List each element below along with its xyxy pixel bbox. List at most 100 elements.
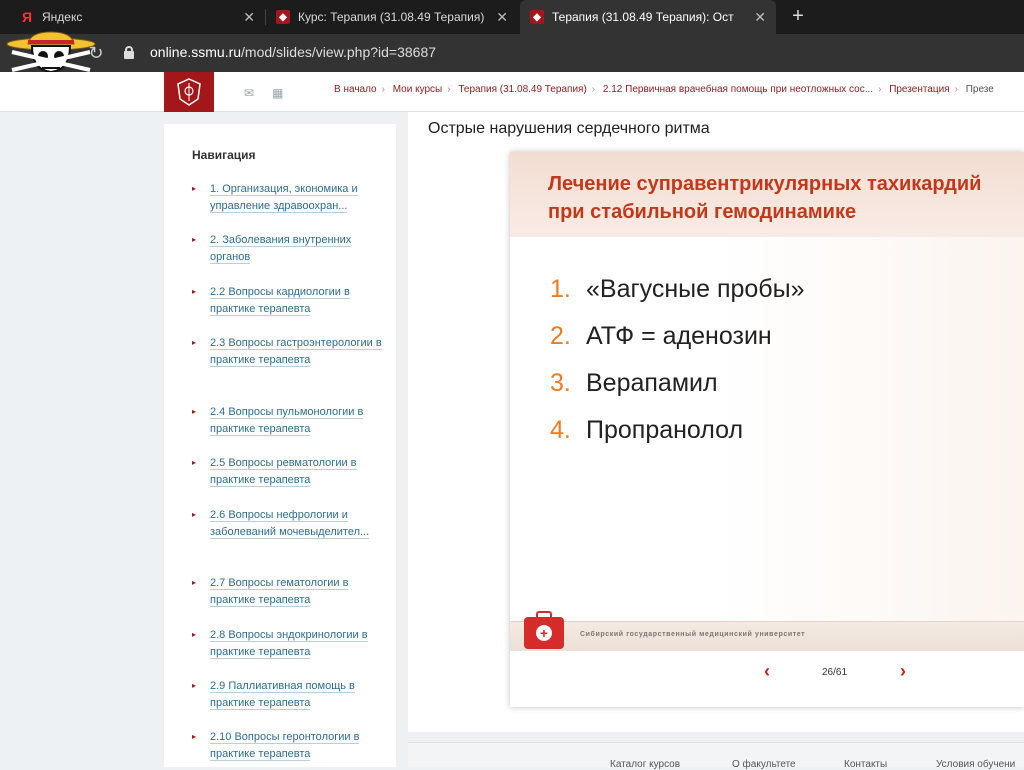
close-icon[interactable]: ✕ xyxy=(754,9,766,26)
new-tab-button[interactable]: + xyxy=(786,4,810,28)
slide-footer: + Сибирский государственный медицинский … xyxy=(510,611,1024,651)
url-field[interactable]: online.ssmu.ru/mod/slides/view.php?id=38… xyxy=(150,44,436,60)
bullet-icon: ▸ xyxy=(192,630,197,639)
sidebar-item[interactable]: ▸ 2.3 Вопросы гастроэнтерологии в практик… xyxy=(192,335,387,369)
bullet-icon: ▸ xyxy=(192,681,197,690)
breadcrumb-my-courses[interactable]: Мои курсы xyxy=(392,84,443,95)
slide-list-item: 2. АТФ = аденозин xyxy=(550,322,772,351)
sidebar-item[interactable]: ▸ 2.8 Вопросы эндокринологии в практике т… xyxy=(192,627,387,661)
breadcrumb-separator: › xyxy=(954,84,958,95)
slide-list-item: 4. Пропранолол xyxy=(550,416,743,445)
footer-link-contacts[interactable]: Контакты xyxy=(844,759,887,770)
footer-link-catalog[interactable]: Каталог курсов xyxy=(610,759,680,770)
bullet-icon: ▸ xyxy=(192,578,197,587)
breadcrumb-separator: › xyxy=(878,84,882,95)
slide-item-number: 4. xyxy=(550,416,571,444)
crest-icon: ◆ xyxy=(530,10,544,24)
slide-item-text: АТФ = аденозин xyxy=(586,322,772,350)
sidebar-item-label[interactable]: 2.5 Вопросы ревматологии в практике тера… xyxy=(210,457,357,487)
bullet-icon: ▸ xyxy=(192,184,197,193)
sidebar-item-label[interactable]: 2.7 Вопросы гематологии в практике терап… xyxy=(210,577,349,607)
bullet-icon: ▸ xyxy=(192,287,197,296)
slide-heading: Лечение суправентрикулярных тахикардий п… xyxy=(548,173,982,223)
bullet-icon: ▸ xyxy=(192,235,197,244)
tab-title: Курс: Терапия (31.08.49 Терапия) xyxy=(298,10,485,24)
site-footer: Каталог курсов О факультете Контакты Усл… xyxy=(408,742,1024,770)
sidebar-item-label[interactable]: 2.6 Вопросы нефрологии и заболеваний моч… xyxy=(210,509,370,539)
bullet-icon: ▸ xyxy=(192,407,197,416)
bullet-icon: ▸ xyxy=(192,510,197,519)
tab-active[interactable]: ◆ Терапия (31.08.49 Терапия): Ост ✕ xyxy=(520,0,776,34)
first-aid-kit-icon: + xyxy=(524,611,564,649)
slide-list-item: 3. Верапамил xyxy=(550,369,718,398)
footer-link-terms[interactable]: Условия обучени xyxy=(936,759,1015,770)
lock-icon[interactable] xyxy=(124,46,134,59)
tab-title: Терапия (31.08.49 Терапия): Ост xyxy=(552,10,734,24)
university-logo[interactable] xyxy=(164,72,214,112)
yandex-icon: Я xyxy=(21,9,33,25)
slide-item-text: Пропранолол xyxy=(586,416,744,444)
sidebar-item[interactable]: ▸ 2.10 Вопросы геронтологии в практике те… xyxy=(192,729,387,763)
tab-title: Яндекс xyxy=(42,10,83,24)
sidebar-item[interactable]: ▸ 2.2 Вопросы кардиологии в практике тера… xyxy=(192,284,387,318)
university-name: Сибирский государственный медицинский ун… xyxy=(580,631,806,638)
straw-hat-skull-icon xyxy=(6,31,96,74)
navigation-sidebar: Навигация ▸ 1. Организация, экономика и у… xyxy=(164,124,396,767)
mail-icon[interactable]: ✉ xyxy=(244,86,254,100)
breadcrumb-separator: › xyxy=(381,84,385,95)
breadcrumb-section[interactable]: 2.12 Первичная врачебная помощь при неот… xyxy=(602,84,874,95)
breadcrumb-course[interactable]: Терапия (31.08.49 Терапия) xyxy=(458,84,587,95)
breadcrumb-home[interactable]: В начало xyxy=(334,84,377,95)
calendar-icon[interactable]: ▦ xyxy=(272,86,283,100)
site-header: ✉ ▦ В начало › Мои курсы › Терапия (31.08.… xyxy=(0,72,1024,112)
sidebar-item-label[interactable]: 2.8 Вопросы эндокринологии в практике те… xyxy=(210,629,368,659)
address-bar: ↻ online.ssmu.ru/mod/slides/view.php?id=… xyxy=(0,34,1024,72)
sidebar-item[interactable]: ▸ 2.4 Вопросы пульмонологии в практике те… xyxy=(192,404,387,438)
page-counter: 26/61 xyxy=(822,667,848,678)
sidebar-item-label[interactable]: 2.10 Вопросы геронтологии в практике тер… xyxy=(210,731,360,761)
breadcrumb-current: Презе xyxy=(965,84,994,95)
sidebar-item[interactable]: ▸ 1. Организация, экономика и управление … xyxy=(192,181,387,215)
tab-yandex[interactable]: Я Яндекс ✕ xyxy=(10,0,265,34)
slide-body: 1. «Вагусные пробы» 2. АТФ = аденозин 3. Ве… xyxy=(510,237,1024,621)
bullet-icon: ▸ xyxy=(192,338,197,347)
sidebar-item-label[interactable]: 2.3 Вопросы гастроэнтерологии в практике… xyxy=(210,337,382,367)
crest-icon xyxy=(177,78,201,106)
url-path: /mod/slides/view.php?id=38687 xyxy=(241,44,437,60)
sidebar-item-label[interactable]: 2.9 Паллиативная помощь в практике терап… xyxy=(210,680,355,710)
next-slide-button[interactable]: › xyxy=(900,661,906,682)
sidebar-item[interactable]: ▸ 2.9 Паллиативная помощь в практике тера… xyxy=(192,678,387,712)
slide-pager: ‹ 26/61 › xyxy=(510,651,1024,707)
breadcrumb-separator: › xyxy=(447,84,451,95)
nav-title: Навигация xyxy=(192,148,256,162)
presentation-slide: Лечение суправентрикулярных тахикардий п… xyxy=(510,152,1024,707)
sidebar-item-label[interactable]: 2.4 Вопросы пульмонологии в практике тер… xyxy=(210,406,364,436)
url-domain: online.ssmu.ru xyxy=(150,44,242,60)
breadcrumb-presentation[interactable]: Презентация xyxy=(889,84,950,95)
bullet-icon: ▸ xyxy=(192,732,197,741)
slide-item-number: 3. xyxy=(550,369,571,397)
close-icon[interactable]: ✕ xyxy=(243,9,255,26)
slide-list-item: 1. «Вагусные пробы» xyxy=(550,275,804,304)
sidebar-item-label[interactable]: 2. Заболевания внутренних органов xyxy=(210,234,352,264)
sidebar-item[interactable]: ▸ 2.5 Вопросы ревматологии в практике тер… xyxy=(192,455,387,489)
sidebar-item-label[interactable]: 1. Организация, экономика и управление з… xyxy=(210,183,358,213)
sidebar-item[interactable]: ▸ 2. Заболевания внутренних органов xyxy=(192,232,387,266)
browser-tab-bar: Я Яндекс ✕ ◆ Курс: Терапия (31.08.49 Тер… xyxy=(0,0,1024,34)
slide-item-number: 2. xyxy=(550,322,571,350)
slide-header: Лечение суправентрикулярных тахикардий п… xyxy=(510,152,1024,237)
breadcrumb: В начало › Мои курсы › Терапия (31.08.49 Т… xyxy=(334,84,1024,95)
sidebar-item[interactable]: ▸ 2.7 Вопросы гематологии в практике тера… xyxy=(192,575,387,609)
prev-slide-button[interactable]: ‹ xyxy=(764,661,770,682)
breadcrumb-separator: › xyxy=(591,84,596,95)
sidebar-item[interactable]: ▸ 2.6 Вопросы нефрологии и заболеваний мо… xyxy=(192,507,387,541)
tab-course[interactable]: ◆ Курс: Терапия (31.08.49 Терапия) ✕ xyxy=(266,0,518,34)
slide-item-number: 1. xyxy=(550,275,571,303)
main-content: Острые нарушения сердечного ритма Лечени… xyxy=(408,112,1024,732)
page-title: Острые нарушения сердечного ритма xyxy=(428,120,710,137)
crest-icon: ◆ xyxy=(276,10,290,24)
close-icon[interactable]: ✕ xyxy=(496,9,508,26)
footer-link-about[interactable]: О факультете xyxy=(732,759,796,770)
sidebar-item-label[interactable]: 2.2 Вопросы кардиологии в практике терап… xyxy=(210,286,350,316)
slide-item-text: «Вагусные пробы» xyxy=(586,275,805,303)
